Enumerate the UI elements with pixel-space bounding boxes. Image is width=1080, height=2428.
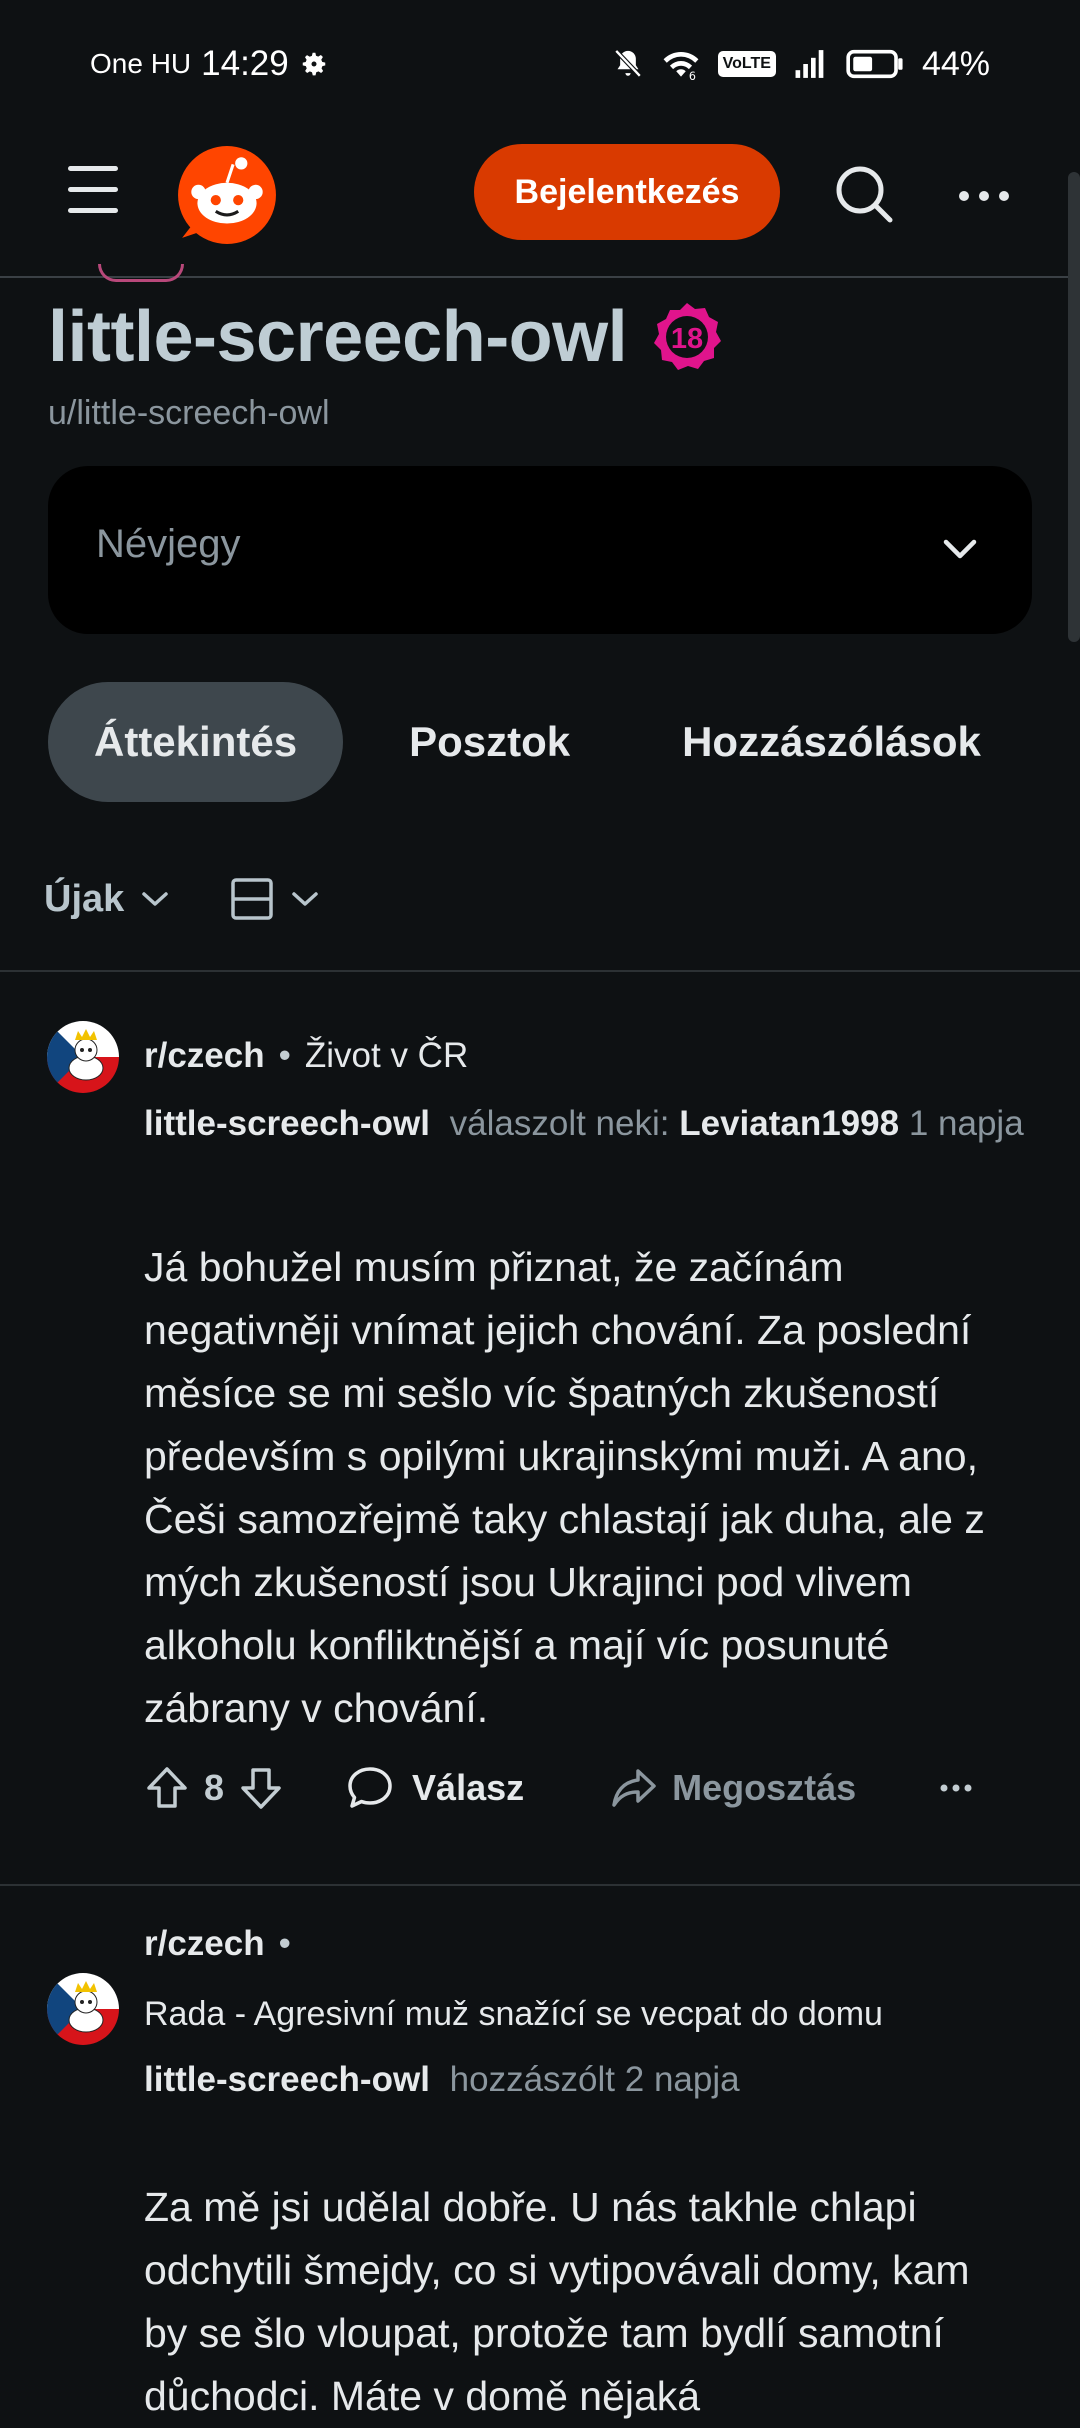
subreddit-avatar[interactable] [46,1972,120,2046]
chevron-down-icon[interactable] [290,889,320,909]
bell-off-icon [612,47,644,81]
gear-icon [299,49,329,79]
battery-percent: 44% [921,44,990,83]
more-options-icon[interactable] [940,1782,972,1794]
nsfw-badge: 18 [651,301,723,373]
separator-dot: • [278,1036,291,1075]
scrollbar[interactable] [1068,172,1080,642]
comment-bubble-icon [346,1765,394,1811]
post-title-link[interactable]: Rada - Agresivní muž snažící se vecpat d… [144,1995,883,2034]
profile-tabs: Áttekintés Posztok Hozzászólások [48,682,1027,802]
svg-text:18: 18 [671,323,703,355]
tab-posts[interactable]: Posztok [363,682,616,802]
wifi-icon: 6 [662,48,700,80]
about-dropdown[interactable]: Névjegy [48,466,1032,634]
author-line: little-screech-owl válaszolt neki: Levia… [144,1100,1024,1147]
tab-comments[interactable]: Hozzászólások [636,682,1027,802]
reddit-logo[interactable] [176,144,278,246]
chevron-down-icon[interactable] [140,889,170,909]
comment-card[interactable]: r/czech • Život v ČR little-screech-owl … [0,972,1080,1884]
status-left: One HU 14:29 [90,38,329,90]
vote-group: 8 [144,1765,284,1811]
comment-meta: r/czech • Život v ČR [144,1026,468,1086]
status-bar: One HU 14:29 6 VoLTE 44% [0,0,1080,108]
profile-display-name: little-screech-owl [48,297,628,377]
search-icon[interactable] [834,164,894,224]
action-text: hozzászólt [449,2060,616,2099]
reply-label: Válasz [412,1767,525,1808]
chevron-down-icon [940,534,980,564]
author-link[interactable]: little-screech-owl [144,2060,430,2099]
timestamp: 2 napja [624,2060,740,2099]
battery-icon [846,49,904,79]
comment-body[interactable]: Za mě jsi udělal dobře. U nás takhle chl… [144,2176,1024,2428]
post-title-line: Rada - Agresivní muž snažící se vecpat d… [144,1986,883,2042]
profile-header: little-screech-owl 18 u/little-screech-o… [48,280,1048,433]
separator-dot: • [278,1924,291,1963]
carrier-label: One HU [90,48,192,79]
signal-icon [794,48,828,80]
profile-handle: u/little-screech-owl [48,394,330,432]
clock: 14:29 [201,44,289,83]
about-label: Névjegy [96,522,241,566]
sort-dropdown[interactable]: Újak [44,878,124,921]
subreddit-link[interactable]: r/czech [144,1924,265,1964]
sort-row: Újak [44,864,320,934]
downvote-icon[interactable] [238,1765,284,1811]
reply-button[interactable]: Válasz [346,1765,524,1811]
comment-meta: r/czech • [144,1914,305,1974]
comment-actions: 8 Válasz Megosztás [144,1758,972,1818]
comment-body[interactable]: Já bohužel musím přiznat, že začínám neg… [144,1236,1024,1740]
timestamp: 1 napja [908,1104,1024,1143]
author-link[interactable]: little-screech-owl [144,1104,430,1143]
tab-overview[interactable]: Áttekintés [48,682,344,802]
reply-to-user[interactable]: Leviatan1998 [679,1104,899,1143]
share-icon [610,1765,658,1811]
more-options-icon[interactable] [956,186,1012,206]
share-label: Megosztás [672,1767,857,1808]
layout-view-icon[interactable] [230,877,274,921]
comment-card[interactable]: r/czech • Rada - Agresivní muž snažící s… [0,1886,1080,2419]
volte-indicator: VoLTE [717,51,776,77]
author-line: little-screech-owl hozzászólt 2 napja [144,2056,1024,2103]
vote-count: 8 [204,1767,225,1808]
post-title-link[interactable]: Život v ČR [305,1036,468,1076]
menu-icon[interactable] [64,166,124,216]
status-right: 6 VoLTE 44% [612,38,990,90]
login-button[interactable]: Bejelentkezés [474,144,780,240]
action-text: válaszolt neki: [449,1104,670,1143]
share-button[interactable]: Megosztás [610,1765,856,1811]
app-header: Bejelentkezés [0,108,1080,278]
subreddit-link[interactable]: r/czech [144,1036,265,1076]
upvote-icon[interactable] [144,1765,190,1811]
svg-text:6: 6 [689,70,696,80]
subreddit-avatar[interactable] [46,1020,120,1094]
